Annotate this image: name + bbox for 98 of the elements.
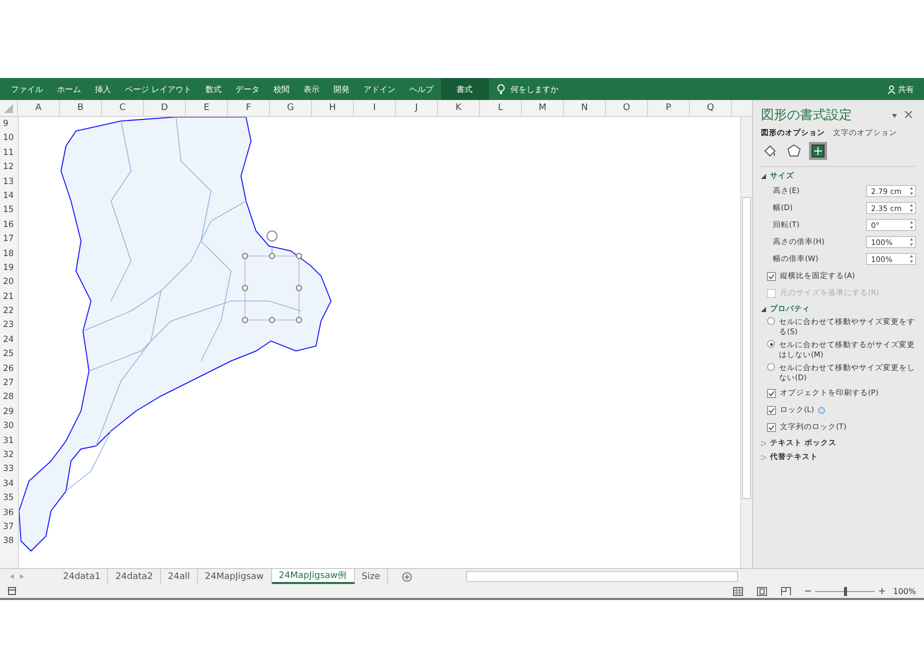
- ribbon-tab[interactable]: 表示: [296, 78, 327, 100]
- row-header[interactable]: 13: [0, 174, 18, 189]
- spinner-arrows-icon[interactable]: [910, 187, 913, 195]
- row-header[interactable]: 38: [0, 534, 18, 549]
- row-header[interactable]: 10: [0, 131, 18, 146]
- row-header[interactable]: 33: [0, 462, 18, 477]
- share-button[interactable]: 共有: [887, 84, 914, 94]
- person-icon: [887, 84, 896, 94]
- column-header[interactable]: L: [480, 100, 522, 116]
- normal-view-icon[interactable]: [733, 586, 744, 596]
- row-header[interactable]: 24: [0, 332, 18, 348]
- row-header[interactable]: 35: [0, 491, 18, 506]
- add-sheet-icon[interactable]: [402, 572, 412, 582]
- column-header[interactable]: N: [564, 100, 606, 116]
- caret-icon: [892, 114, 897, 118]
- row-header[interactable]: 11: [0, 146, 18, 160]
- ribbon-tab[interactable]: データ: [228, 78, 267, 100]
- expanded-triangle-icon: [761, 306, 766, 312]
- lightbulb-icon: [496, 84, 505, 94]
- row-header[interactable]: 17: [0, 232, 18, 247]
- checkbox[interactable]: [767, 272, 776, 280]
- row-header[interactable]: 36: [0, 506, 18, 520]
- icon-tab[interactable]: [809, 142, 827, 160]
- ribbon-tab[interactable]: 開発: [326, 78, 357, 100]
- row-header[interactable]: 14: [0, 188, 18, 204]
- row-header[interactable]: 28: [0, 390, 18, 405]
- checkbox[interactable]: [767, 422, 776, 432]
- sheet-tab[interactable]: 24MapJigsaw例: [272, 569, 355, 584]
- ribbon-tab[interactable]: 書式: [440, 78, 489, 100]
- row-header[interactable]: 22: [0, 304, 18, 318]
- row-header[interactable]: 31: [0, 434, 18, 448]
- column-header[interactable]: K: [438, 100, 480, 116]
- column-header[interactable]: I: [354, 100, 396, 116]
- column-header[interactable]: C: [102, 100, 144, 116]
- column-header[interactable]: J: [396, 100, 438, 116]
- row-header[interactable]: 34: [0, 476, 18, 492]
- row-header[interactable]: 9: [0, 117, 18, 132]
- ribbon-tab[interactable]: 数式: [198, 78, 229, 100]
- row-header[interactable]: 21: [0, 290, 18, 304]
- expanded-triangle-icon: [761, 174, 766, 178]
- page-layout-icon[interactable]: [757, 586, 768, 596]
- ribbon-tab[interactable]: アドイン: [356, 78, 403, 100]
- column-header[interactable]: M: [522, 100, 564, 116]
- row-header[interactable]: 15: [0, 203, 18, 218]
- row-header[interactable]: 19: [0, 260, 18, 276]
- zoom-level[interactable]: 100%: [893, 586, 916, 596]
- column-header[interactable]: G: [270, 100, 312, 116]
- column-header[interactable]: P: [648, 100, 690, 116]
- spinner-arrows-icon[interactable]: [910, 204, 913, 212]
- tell-me-field[interactable]: 何をしますか: [510, 84, 559, 94]
- collapsed-triangle-icon: [761, 440, 766, 446]
- checkbox[interactable]: [767, 406, 776, 414]
- column-header[interactable]: E: [186, 100, 228, 116]
- row-header[interactable]: 37: [0, 520, 18, 534]
- row-header[interactable]: 26: [0, 362, 18, 376]
- zoom-in-icon[interactable]: [879, 588, 886, 594]
- row-header[interactable]: 20: [0, 275, 18, 290]
- column-header[interactable]: Q: [690, 100, 732, 116]
- row-header[interactable]: 25: [0, 347, 18, 362]
- collapsed-triangle-icon: [761, 454, 766, 460]
- row-header[interactable]: 27: [0, 376, 18, 390]
- column-header[interactable]: F: [228, 100, 270, 116]
- zoom-out-icon[interactable]: [805, 588, 812, 594]
- pentagon-icon: [787, 144, 801, 158]
- spinner-arrows-icon[interactable]: [910, 221, 913, 229]
- row-header[interactable]: 12: [0, 160, 18, 175]
- ribbon-tab[interactable]: ページ レイアウト: [118, 78, 199, 100]
- column-header[interactable]: B: [60, 100, 102, 116]
- page-break-icon[interactable]: [781, 586, 792, 596]
- close-icon: [905, 111, 912, 118]
- vertical-scrollbar[interactable]: [740, 117, 752, 568]
- row-header[interactable]: 29: [0, 404, 18, 420]
- horizontal-scrollbar[interactable]: [466, 571, 738, 582]
- radio-button[interactable]: [767, 363, 775, 371]
- ribbon-tab[interactable]: 挿入: [88, 78, 118, 100]
- row-header[interactable]: 23: [0, 318, 18, 333]
- column-header[interactable]: O: [606, 100, 648, 116]
- ribbon-tab[interactable]: 校閲: [266, 78, 297, 100]
- column-header[interactable]: D: [144, 100, 186, 116]
- paint-bucket-icon: [763, 144, 777, 158]
- spinner-arrows-icon[interactable]: [910, 238, 913, 246]
- selection-frame[interactable]: [242, 230, 302, 324]
- radio-button[interactable]: [767, 317, 775, 325]
- row-header[interactable]: 30: [0, 419, 18, 434]
- ribbon-tab[interactable]: ヘルプ: [402, 78, 441, 100]
- column-header[interactable]: A: [18, 100, 60, 116]
- size-layout-icon: [811, 144, 825, 158]
- spinner-arrows-icon[interactable]: [910, 255, 913, 263]
- ribbon-tab[interactable]: ホーム: [50, 78, 88, 100]
- row-header[interactable]: 18: [0, 246, 18, 261]
- ribbon-tab[interactable]: ファイル: [4, 78, 50, 100]
- macro-record-icon: [8, 587, 16, 595]
- checkbox[interactable]: [767, 388, 776, 398]
- column-header[interactable]: H: [312, 100, 354, 116]
- pane-title: 図形の書式設定: [761, 107, 853, 124]
- radio-button[interactable]: [767, 340, 775, 348]
- row-header[interactable]: 16: [0, 218, 18, 232]
- row-header[interactable]: 32: [0, 448, 18, 462]
